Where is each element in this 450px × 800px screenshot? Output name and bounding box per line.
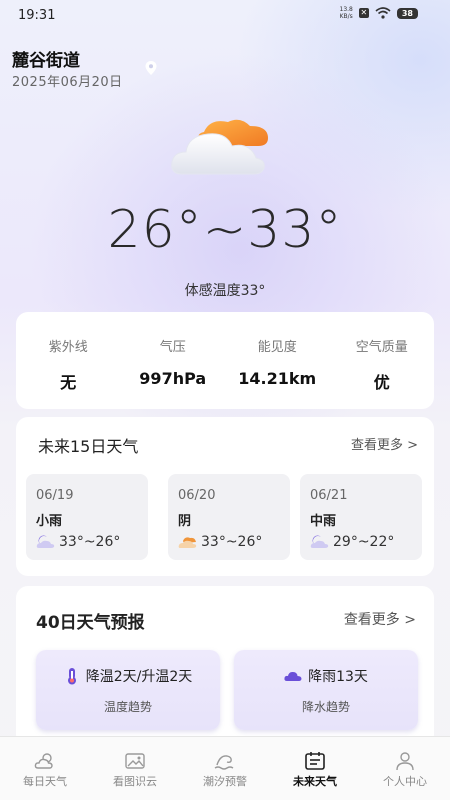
location-pin-icon[interactable]: [144, 60, 158, 76]
forecast-40-day-card: 40日天气预报 查看更多 > 降温2天/升温2天 温度趋势 降雨13天 降水趋势: [16, 586, 434, 746]
metric-label: 空气质量: [355, 340, 408, 355]
network-speed-value: 13.8: [339, 6, 353, 13]
view-more-15-link[interactable]: 查看更多 >: [351, 434, 418, 453]
forecast-15-title: 未来15日天气: [38, 437, 139, 456]
partly-cloudy-icon: [171, 119, 268, 175]
forecast-day-range-text: 29°~22°: [333, 534, 395, 550]
metric-uv: 紫外线 无: [16, 312, 121, 409]
forecast-day-range-text: 33°~26°: [59, 534, 121, 550]
forecast-day-date: 06/19: [36, 488, 74, 503]
trend-summary: 降温2天/升温2天: [36, 666, 220, 686]
sun-cloud-icon: [34, 753, 53, 769]
calendar-icon: [305, 752, 325, 770]
metric-value: 997hPa: [139, 369, 207, 388]
metric-label: 能见度: [257, 340, 297, 355]
tab-label: 潮汐预警: [203, 775, 247, 788]
wifi-icon: [375, 7, 391, 19]
forecast-day-card[interactable]: 06/21 中雨 29°~22°: [300, 474, 422, 560]
forecast-day-date: 06/20: [178, 488, 216, 503]
trend-label: 降水趋势: [301, 700, 350, 714]
tab-future-weather[interactable]: 未来天气: [270, 737, 360, 800]
person-icon: [396, 752, 414, 771]
wave-icon: [214, 755, 234, 770]
battery-icon: 38: [396, 7, 418, 19]
metric-visibility: 能见度 14.21km: [225, 312, 330, 409]
status-time: 19:31: [18, 8, 56, 23]
bottom-tab-bar: 每日天气 看图识云 潮汐预警 未来天气 个人中心: [0, 736, 450, 800]
overcast-icon: [178, 537, 197, 548]
metric-air-quality: 空气质量 优: [330, 312, 435, 409]
metric-label: 气压: [159, 340, 186, 355]
trend-summary-text: 降雨13天: [308, 669, 368, 685]
tab-daily-weather[interactable]: 每日天气: [0, 737, 90, 800]
forecast-day-condition: 小雨: [36, 514, 63, 529]
tab-label: 看图识云: [113, 775, 157, 788]
network-speed: 13.8 KB/s: [340, 6, 353, 20]
cloud-icon: [284, 671, 302, 681]
network-speed-unit: KB/s: [339, 13, 353, 20]
temperature-trend-card[interactable]: 降温2天/升温2天 温度趋势: [36, 650, 220, 730]
moon-cloud-icon: [310, 535, 329, 548]
metric-value: 14.21km: [238, 369, 317, 388]
tab-label: 个人中心: [383, 775, 427, 788]
forecast-day-card[interactable]: 06/19 小雨 33°~26°: [26, 474, 148, 560]
thermometer-icon: [67, 668, 76, 685]
forecast-day-range: 33°~26°: [36, 534, 120, 550]
notification-icon: ✕: [358, 8, 369, 18]
metric-value: 无: [60, 373, 77, 392]
tab-personal-center[interactable]: 个人中心: [360, 737, 450, 800]
feels-like-temperature: 体感温度33°: [184, 283, 266, 299]
moon-cloud-icon: [36, 535, 55, 548]
forecast-day-range: 33°~26°: [178, 534, 262, 550]
precipitation-trend-card[interactable]: 降雨13天 降水趋势: [234, 650, 418, 730]
temperature-range: 26°~33°: [107, 200, 343, 260]
metric-label: 紫外线: [48, 340, 88, 355]
current-date: 2025年06月20日: [12, 75, 123, 90]
tab-label: 未来天气: [293, 775, 337, 788]
image-cloud-icon: [125, 753, 145, 769]
trend-summary: 降雨13天: [234, 666, 418, 686]
trend-summary-text: 降温2天/升温2天: [85, 669, 193, 685]
tab-tide-warning[interactable]: 潮汐预警: [180, 737, 270, 800]
tab-cloud-recognition[interactable]: 看图识云: [90, 737, 180, 800]
view-more-40-link[interactable]: 查看更多 >: [344, 609, 416, 629]
metric-value: 优: [373, 373, 390, 392]
tab-label: 每日天气: [23, 775, 67, 788]
forecast-day-range: 29°~22°: [310, 534, 394, 550]
forecast-40-title: 40日天气预报: [36, 613, 145, 633]
forecast-15-day-card: 未来15日天气 查看更多 > 06/19 小雨 33°~26° 06/20 阴 …: [16, 417, 434, 576]
forecast-day-range-text: 33°~26°: [201, 534, 263, 550]
weather-metrics-card: 紫外线 无 气压 997hPa 能见度 14.21km 空气质量 优: [16, 312, 434, 409]
metric-pressure: 气压 997hPa: [121, 312, 226, 409]
status-icons: 13.8 KB/s ✕ 38: [340, 6, 418, 20]
forecast-day-condition: 中雨: [310, 514, 337, 529]
forecast-day-condition: 阴: [178, 514, 192, 529]
forecast-day-date: 06/21: [310, 488, 348, 503]
forecast-day-card[interactable]: 06/20 阴 33°~26°: [168, 474, 290, 560]
location-name[interactable]: 麓谷街道: [12, 46, 80, 71]
trend-label: 温度趋势: [103, 700, 152, 714]
